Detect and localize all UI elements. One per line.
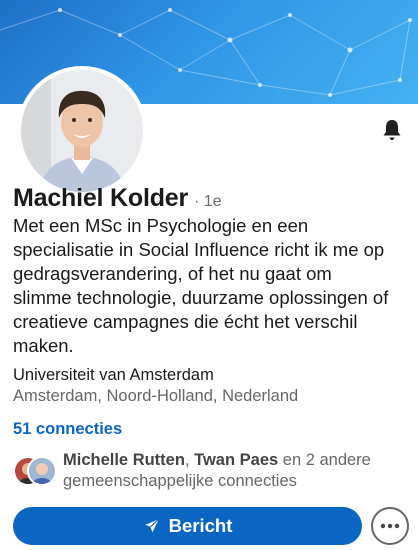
profile-location: Amsterdam, Noord-Holland, Nederland — [13, 387, 299, 405]
bell-icon[interactable] — [380, 118, 404, 142]
message-button[interactable]: Bericht — [13, 507, 362, 545]
profile-name: Machiel Kolder — [13, 184, 189, 212]
mutual-line-1: Michelle Rutten, Twan Paes en 2 andere — [63, 450, 408, 471]
profile-avatar[interactable] — [17, 66, 147, 196]
avatar-photo — [21, 70, 143, 192]
headline-line: specialisatie in Social Influence richt … — [13, 239, 385, 260]
mutual-separator: , — [184, 451, 195, 469]
headline-line: Met een MSc in Psychologie en een — [13, 215, 309, 236]
mutual-name-2: Twan Paes — [194, 451, 279, 469]
mutual-line-2: gemeenschappelijke connecties — [63, 472, 297, 490]
mutual-name-1: Michelle Rutten — [63, 451, 185, 469]
headline-line: gedragsverandering, of het nu gaat om — [13, 263, 332, 284]
more-button[interactable] — [371, 507, 409, 545]
mutual-connections[interactable]: Michelle Rutten, Twan Paes en 2 andere g… — [63, 450, 408, 492]
connections-link[interactable]: 51 connecties — [13, 420, 122, 439]
mutual-avatar — [27, 456, 57, 486]
mutual-rest: en 2 andere — [278, 451, 371, 469]
more-icon — [380, 523, 400, 529]
headline-line: creatieve campagnes die écht het verschi… — [13, 311, 358, 332]
profile-organization[interactable]: Universiteit van Amsterdam — [13, 366, 214, 385]
headline-line: slimme technologie, duurzame oplossingen… — [13, 287, 389, 308]
connection-degree: · 1e — [194, 193, 222, 210]
send-icon — [144, 518, 159, 533]
message-button-label: Bericht — [168, 515, 233, 536]
profile-headline: Met een MSc in Psychologie en een specia… — [13, 214, 411, 358]
name-row: Machiel Kolder · 1e — [13, 184, 222, 213]
headline-line: maken. — [13, 335, 74, 356]
mutual-avatars[interactable] — [13, 456, 57, 486]
